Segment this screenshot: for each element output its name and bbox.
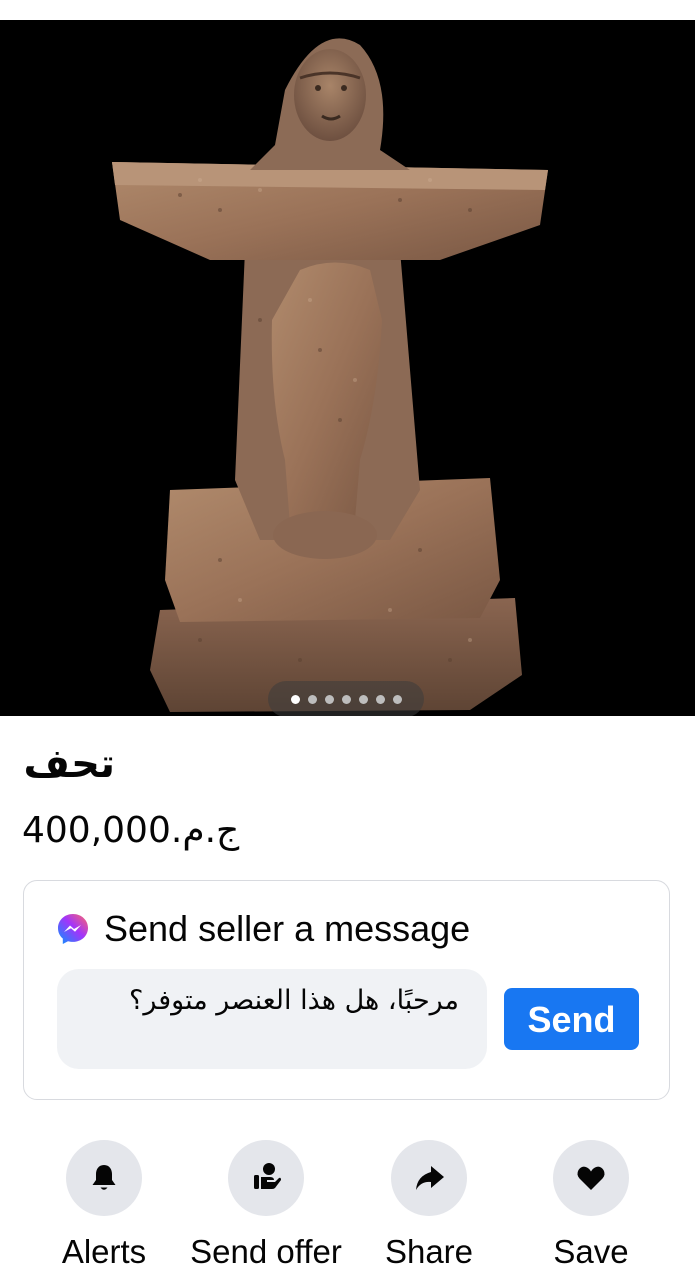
carousel-dot[interactable] — [375, 694, 385, 704]
carousel-dot[interactable] — [341, 694, 351, 704]
carousel-dot[interactable] — [324, 694, 334, 704]
alerts-button[interactable] — [66, 1140, 142, 1216]
share-button[interactable] — [391, 1140, 467, 1216]
message-card-header: Send seller a message — [56, 907, 470, 951]
message-input[interactable]: مرحبًا، هل هذا العنصر متوفر؟ — [57, 969, 487, 1069]
statue-image — [0, 20, 695, 716]
price-amount: 400,000 — [22, 810, 171, 851]
listing-photo[interactable] — [0, 20, 695, 716]
price-currency: ج.م. — [170, 810, 240, 851]
listing-title: تحف — [23, 741, 115, 787]
carousel-dot[interactable] — [392, 694, 402, 704]
messenger-icon — [58, 914, 88, 944]
share-label: Share — [384, 1233, 474, 1270]
send-offer-label: Send offer — [190, 1233, 342, 1270]
carousel-dot[interactable] — [358, 694, 368, 704]
share-action[interactable]: Share — [349, 1140, 509, 1280]
message-seller-card: Send seller a message مرحبًا، هل هذا الع… — [23, 880, 670, 1100]
save-label: Save — [553, 1233, 629, 1270]
carousel-dot[interactable] — [290, 694, 300, 704]
marketplace-listing-page: تحف 400,000ج.م. Send seller a message مر… — [0, 0, 695, 1280]
listing-price: 400,000ج.م. — [22, 808, 239, 854]
heart-icon — [577, 1166, 605, 1190]
send-button[interactable]: Send — [504, 988, 639, 1050]
message-card-title: Send seller a message — [104, 908, 471, 949]
bell-icon — [92, 1165, 116, 1190]
send-offer-button[interactable] — [228, 1140, 304, 1216]
share-arrow-icon — [416, 1166, 444, 1190]
offer-icon — [254, 1163, 281, 1189]
carousel-indicator[interactable] — [268, 681, 424, 716]
alerts-action[interactable]: Alerts — [24, 1140, 184, 1280]
send-offer-action[interactable]: Send offer — [186, 1140, 346, 1280]
alerts-label: Alerts — [61, 1233, 147, 1270]
top-strip — [0, 0, 695, 20]
save-action[interactable]: Save — [511, 1140, 671, 1280]
save-button[interactable] — [553, 1140, 629, 1216]
action-bar: Alerts Send offer Share Save — [0, 1140, 695, 1280]
carousel-dot[interactable] — [307, 694, 317, 704]
